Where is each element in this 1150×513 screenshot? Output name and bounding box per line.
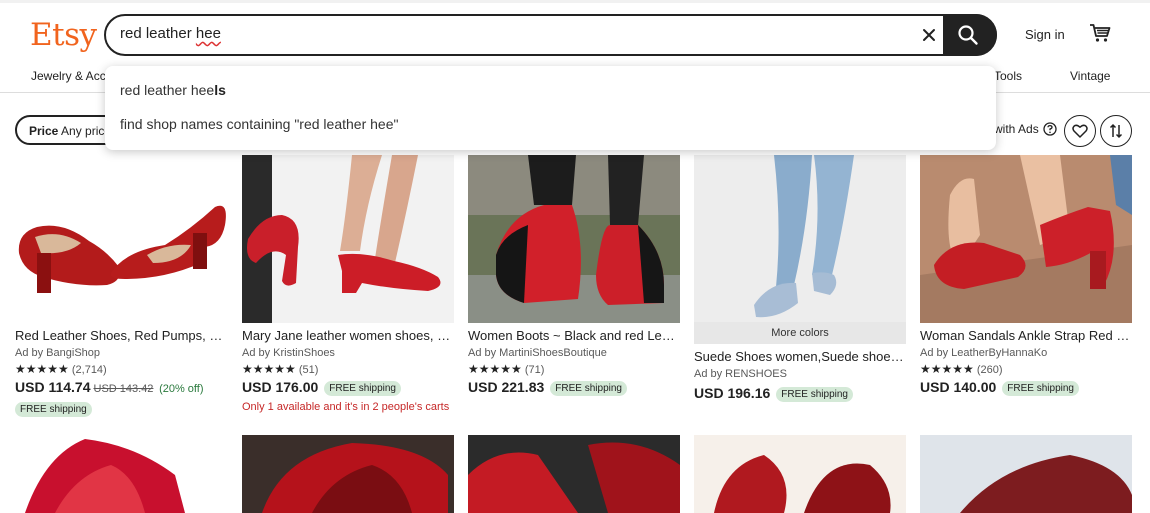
review-count: (71)	[524, 364, 545, 376]
listing-image[interactable]	[694, 435, 906, 513]
listing-price: USD 114.74	[15, 379, 91, 395]
star-rating-icon: ★★★★★	[920, 362, 974, 376]
suggestion-shop-search[interactable]: find shop names containing "red leather …	[120, 116, 398, 132]
listing-card[interactable]: Mary Jane leather women shoes, R... Ad b…	[242, 155, 454, 413]
listing-rating: ★★★★★ (2,714)	[15, 362, 227, 376]
free-shipping-badge: FREE shipping	[1002, 381, 1079, 396]
etsy-logo[interactable]: Etsy	[30, 17, 97, 53]
search-input[interactable]: red leather hee	[120, 25, 221, 42]
listing-price-line: USD 114.74 USD 143.42 (20% off)	[15, 379, 227, 397]
suggestion-completion: ls	[214, 82, 226, 98]
sort-icon	[1109, 123, 1123, 139]
price-filter-label: Price	[29, 124, 59, 138]
star-rating-icon: ★★★★★	[468, 362, 522, 376]
listing-seller[interactable]: Ad by BangiShop	[15, 347, 227, 359]
listing-title[interactable]: Suede Shoes women,Suede shoes,...	[694, 349, 906, 364]
discount-label: (20% off)	[159, 383, 204, 395]
listing-card[interactable]: Woman Sandals Ankle Strap Red S... Ad by…	[920, 155, 1132, 397]
review-count: (2,714)	[71, 364, 107, 376]
listing-card[interactable]: Women Boots ~ Black and red Leat... Ad b…	[468, 155, 680, 397]
listing-seller[interactable]: Ad by KristinShoes	[242, 347, 454, 359]
review-count: (51)	[298, 364, 319, 376]
search-text: red leather	[120, 25, 196, 42]
listing-price: USD 176.00	[242, 379, 319, 395]
search-button[interactable]	[943, 14, 997, 56]
listing-title[interactable]: Women Boots ~ Black and red Leat...	[468, 328, 680, 343]
listing-title[interactable]: Mary Jane leather women shoes, R...	[242, 328, 454, 343]
listing-seller[interactable]: Ad by RENSHOES	[694, 368, 906, 380]
nav-item-jewelry[interactable]: Jewelry & Acc	[31, 69, 106, 83]
original-price: USD 143.42	[93, 383, 154, 395]
listing-price-line: USD 196.16 FREE shipping	[694, 385, 906, 403]
listing-price-line: USD 176.00 FREE shipping	[242, 379, 454, 397]
listing-image[interactable]	[15, 155, 227, 323]
search-bar[interactable]: red leather hee	[104, 14, 997, 56]
listing-price: USD 221.83	[468, 379, 545, 395]
scarcity-note: Only 1 available and it's in 2 people's …	[242, 401, 450, 413]
search-text-misspelled: hee	[195, 25, 221, 42]
review-count: (260)	[976, 364, 1003, 376]
listing-image[interactable]	[468, 435, 680, 513]
suggestion-item[interactable]: red leather heels	[120, 82, 226, 98]
listing-price-line: USD 140.00 FREE shipping	[920, 379, 1132, 397]
free-shipping-badge: FREE shipping	[15, 402, 92, 417]
sort-button[interactable]	[1100, 115, 1132, 147]
listing-image[interactable]	[242, 435, 454, 513]
listing-price: USD 140.00	[920, 379, 997, 395]
suggestion-text: red leather hee	[120, 82, 215, 98]
cart-icon[interactable]	[1089, 23, 1111, 48]
heart-icon	[1072, 124, 1088, 138]
free-shipping-badge: FREE shipping	[550, 381, 627, 396]
clear-search-icon[interactable]	[918, 24, 940, 46]
listing-image[interactable]	[242, 155, 454, 323]
listing-title[interactable]: Woman Sandals Ankle Strap Red S...	[920, 328, 1132, 343]
nav-item-vintage[interactable]: Vintage	[1070, 69, 1110, 83]
listing-image[interactable]	[468, 155, 680, 323]
listing-card[interactable]: Red Leather Shoes, Red Pumps, He... Ad b…	[15, 155, 227, 417]
nav-item-tools[interactable]: Tools	[994, 69, 1022, 83]
star-rating-icon: ★★★★★	[15, 362, 69, 376]
free-shipping-badge: FREE shipping	[324, 381, 401, 396]
sign-in-link[interactable]: Sign in	[1025, 27, 1065, 42]
favorite-search-button[interactable]	[1064, 115, 1096, 147]
listing-image[interactable]	[15, 435, 227, 513]
free-shipping-badge: FREE shipping	[776, 387, 853, 402]
help-icon[interactable]	[1043, 122, 1057, 141]
listing-rating: ★★★★★ (71)	[468, 362, 680, 376]
site-header: Etsy red leather hee Sign in	[0, 3, 1150, 63]
listing-seller[interactable]: Ad by MartiniShoesBoutique	[468, 347, 680, 359]
listing-image[interactable]	[920, 435, 1132, 513]
price-filter-value: Any price	[61, 124, 112, 138]
listing-card[interactable]: More colors Suede Shoes women,Suede shoe…	[694, 155, 906, 403]
search-icon	[958, 25, 978, 45]
more-colors-badge: More colors	[694, 322, 906, 344]
listing-price: USD 196.16	[694, 385, 771, 401]
listing-title[interactable]: Red Leather Shoes, Red Pumps, He...	[15, 328, 227, 343]
listing-rating: ★★★★★ (51)	[242, 362, 454, 376]
ads-label: with Ads	[994, 122, 1039, 136]
star-rating-icon: ★★★★★	[242, 362, 296, 376]
listing-price-line: USD 221.83 FREE shipping	[468, 379, 680, 397]
search-suggestions-dropdown: red leather heels find shop names contai…	[105, 66, 996, 150]
listing-seller[interactable]: Ad by LeatherByHannaKo	[920, 347, 1132, 359]
listing-image[interactable]: More colors	[694, 155, 906, 344]
listing-image[interactable]	[920, 155, 1132, 323]
listing-rating: ★★★★★ (260)	[920, 362, 1132, 376]
